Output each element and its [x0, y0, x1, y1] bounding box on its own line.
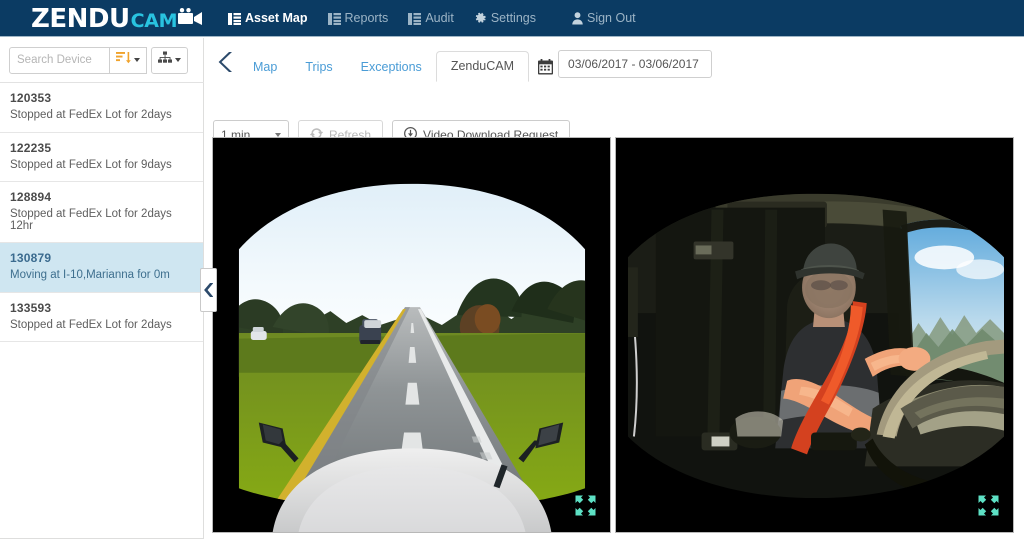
- video-grid: [212, 137, 1014, 533]
- device-list-item[interactable]: 122235 Stopped at FedEx Lot for 9days: [0, 132, 203, 182]
- device-status: Stopped at FedEx Lot for 2days 12hr: [10, 208, 172, 232]
- tab-trips[interactable]: Trips: [291, 53, 346, 83]
- tab-map[interactable]: Map: [239, 53, 291, 83]
- nav-item-sign-out[interactable]: Sign Out: [572, 12, 636, 25]
- device-search-row: [0, 38, 204, 83]
- expand-fullscreen-icon[interactable]: [575, 495, 596, 521]
- back-button[interactable]: [213, 46, 239, 78]
- nav-item-label: Sign Out: [586, 11, 636, 26]
- road-facing-camera-panel[interactable]: [212, 137, 611, 533]
- device-list-item[interactable]: 120353 Stopped at FedEx Lot for 2days: [0, 83, 203, 133]
- expand-fullscreen-icon[interactable]: [978, 495, 999, 521]
- device-status: Stopped at FedEx Lot for 2days: [10, 109, 172, 121]
- device-id: 133593: [10, 300, 52, 315]
- search-input[interactable]: [9, 46, 110, 74]
- nav-menu: Asset Map Reports Audit Settings Sign Ou…: [228, 0, 636, 37]
- nav-item-asset-map[interactable]: Asset Map: [228, 12, 308, 25]
- device-sidebar: 120353 Stopped at FedEx Lot for 2days 12…: [0, 38, 204, 539]
- main-content: Map Trips Exceptions ZenduCAM 1 min: [205, 38, 1024, 544]
- date-range-input[interactable]: [558, 50, 713, 78]
- logo-text-secondary: CAM: [130, 10, 178, 32]
- device-list: 120353 Stopped at FedEx Lot for 2days 12…: [0, 83, 203, 342]
- chevron-down-icon: [134, 58, 140, 62]
- driver-facing-camera-frame: [616, 138, 1013, 532]
- device-list-item[interactable]: 128894 Stopped at FedEx Lot for 2days 12…: [0, 182, 203, 243]
- nav-item-audit[interactable]: Audit: [408, 12, 454, 25]
- chevron-down-icon: [275, 132, 281, 137]
- nav-item-label: Settings: [490, 11, 536, 26]
- device-list-item[interactable]: 133593 Stopped at FedEx Lot for 2days: [0, 292, 203, 342]
- driver-facing-camera-panel[interactable]: [615, 137, 1014, 533]
- list-icon: [408, 12, 422, 25]
- nav-item-label: Audit: [425, 11, 454, 26]
- device-id: 120353: [10, 91, 52, 105]
- road-facing-camera-frame: [213, 138, 610, 532]
- device-status: Stopped at FedEx Lot for 9days: [10, 158, 172, 171]
- sort-descending-icon: [116, 51, 131, 69]
- gear-icon: [474, 12, 487, 25]
- sidebar-collapse-handle[interactable]: [200, 268, 217, 312]
- device-list-item-selected[interactable]: 130879 Moving at I-10,Marianna for 0m: [0, 243, 203, 293]
- group-filter-button[interactable]: [151, 46, 188, 74]
- logo-text-primary: ZENDU: [31, 3, 130, 34]
- nav-item-label: Asset Map: [245, 11, 308, 26]
- calendar-icon[interactable]: [538, 59, 554, 75]
- device-status: Stopped at FedEx Lot for 2days: [10, 318, 172, 331]
- list-icon: [327, 12, 341, 25]
- sort-button[interactable]: [110, 46, 147, 74]
- device-id: 122235: [10, 140, 52, 155]
- device-id: 128894: [10, 190, 52, 204]
- nav-item-label: Reports: [344, 11, 389, 26]
- vehicle-ahead-white: [364, 320, 382, 329]
- tab-zenducam[interactable]: ZenduCAM: [435, 50, 530, 82]
- nav-item-settings[interactable]: Settings: [474, 12, 536, 25]
- user-icon: [572, 12, 583, 25]
- app-logo[interactable]: ZENDU CAM: [31, 3, 204, 34]
- nav-item-reports[interactable]: Reports: [327, 11, 389, 26]
- top-navigation-bar: ZENDU CAM Asset Map Reports Audit Settin…: [0, 0, 1024, 37]
- device-id: 130879: [10, 251, 52, 265]
- sitemap-icon: [158, 51, 172, 69]
- video-camera-icon: [178, 8, 204, 31]
- device-status: Moving at I-10,Marianna for 0m: [10, 269, 170, 281]
- chevron-down-icon: [175, 58, 181, 62]
- tab-exceptions[interactable]: Exceptions: [347, 53, 436, 83]
- list-icon: [228, 12, 241, 25]
- tab-bar: Map Trips Exceptions ZenduCAM: [205, 42, 1024, 82]
